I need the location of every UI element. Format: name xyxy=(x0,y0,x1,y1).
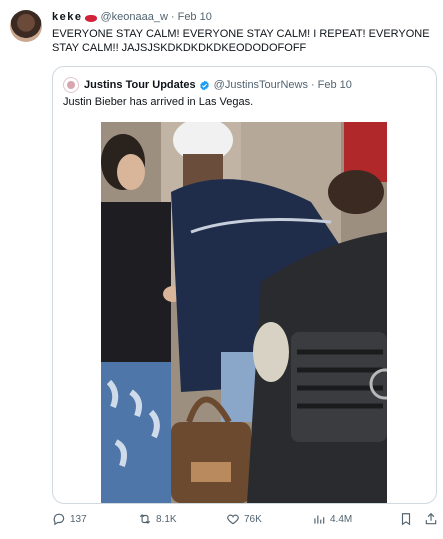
quoted-tweet[interactable]: Justins Tour Updates @JustinsTourNews · … xyxy=(52,66,437,504)
tweet-photo[interactable] xyxy=(101,122,387,503)
share-button[interactable] xyxy=(424,509,442,529)
quoted-timestamp[interactable]: Feb 10 xyxy=(318,79,352,91)
tweet[interactable]: keke @keonaaa_w · Feb 10 EVERYONE STAY C… xyxy=(0,0,443,539)
views-count: 4.4M xyxy=(330,513,353,525)
reply-count: 137 xyxy=(70,513,87,525)
reply-icon xyxy=(53,513,65,526)
separator: · xyxy=(170,11,175,23)
views-button[interactable]: 4.4M xyxy=(312,509,352,529)
share-icon xyxy=(425,512,437,525)
tweet-header: keke @keonaaa_w · Feb 10 xyxy=(52,10,212,25)
verified-badge-icon xyxy=(199,80,209,90)
tweet-text: EVERYONE STAY CALM! EVERYONE STAY CALM! … xyxy=(52,28,430,54)
quoted-separator: · xyxy=(310,79,315,91)
photo-illustration xyxy=(101,122,387,503)
handle[interactable]: @keonaaa_w xyxy=(100,10,167,25)
like-button[interactable]: 76K xyxy=(226,509,262,529)
timestamp[interactable]: Feb 10 xyxy=(178,10,212,25)
reply-button[interactable]: 137 xyxy=(52,509,87,529)
lips-emoji-icon xyxy=(85,15,98,22)
quoted-tweet-text: Justin Bieber has arrived in Las Vegas. xyxy=(63,96,254,108)
repost-button[interactable]: 8.1K xyxy=(138,509,177,529)
quoted-avatar[interactable] xyxy=(63,77,79,93)
quoted-display-name[interactable]: Justins Tour Updates xyxy=(84,79,196,91)
bookmark-icon xyxy=(401,513,411,526)
heart-icon xyxy=(227,514,239,525)
like-count: 76K xyxy=(244,513,262,525)
display-name[interactable]: keke xyxy=(52,10,82,25)
bookmark-button[interactable] xyxy=(399,509,417,529)
avatar[interactable] xyxy=(10,10,42,42)
action-bar: 137 8.1K 76K 4.4M xyxy=(0,509,443,533)
repost-count: 8.1K xyxy=(156,513,177,525)
quoted-tweet-header: Justins Tour Updates @JustinsTourNews · … xyxy=(63,77,352,93)
views-chart-icon xyxy=(314,515,325,524)
repost-icon xyxy=(139,514,151,524)
quoted-handle[interactable]: @JustinsTourNews xyxy=(214,79,308,91)
